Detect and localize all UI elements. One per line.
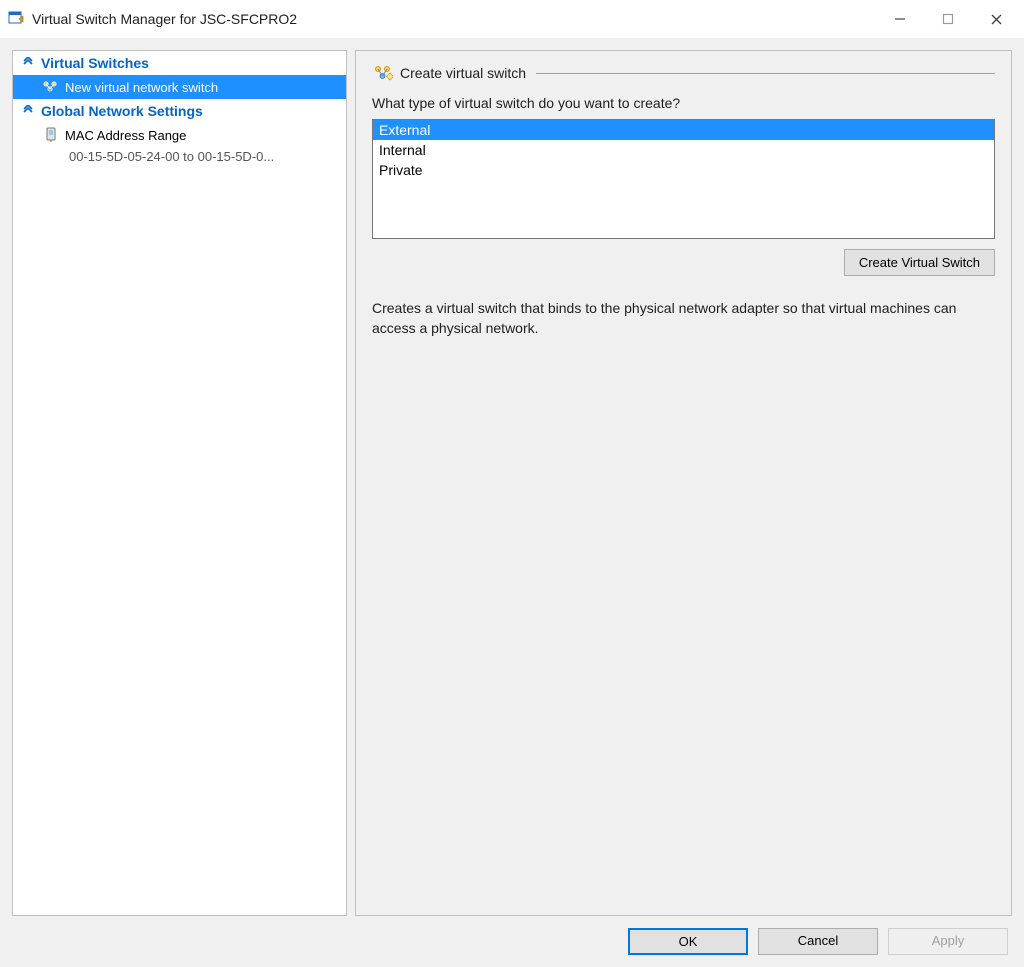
cancel-button[interactable]: Cancel: [758, 928, 878, 955]
section-divider: [536, 73, 995, 74]
tree-section-global-settings[interactable]: Global Network Settings: [13, 99, 346, 123]
chevron-up-icon: [19, 105, 37, 118]
tree-item-label: MAC Address Range: [65, 128, 186, 143]
tree-item-new-vswitch[interactable]: New virtual network switch: [13, 75, 346, 99]
maximize-button[interactable]: [924, 3, 972, 35]
window-title: Virtual Switch Manager for JSC-SFCPRO2: [32, 11, 876, 27]
chevron-up-icon: [19, 57, 37, 70]
tree-section-label: Virtual Switches: [41, 55, 149, 71]
option-private[interactable]: Private: [373, 160, 994, 180]
create-button-row: Create Virtual Switch: [372, 249, 995, 276]
tree-item-mac-range[interactable]: MAC Address Range: [13, 123, 346, 147]
network-switch-icon: [41, 79, 61, 95]
close-button[interactable]: [972, 3, 1020, 35]
mac-address-icon: [41, 127, 61, 143]
option-external[interactable]: External: [373, 120, 994, 140]
description-text: Creates a virtual switch that binds to t…: [372, 298, 995, 339]
switch-type-listbox[interactable]: External Internal Private: [372, 119, 995, 239]
window-controls: [876, 3, 1020, 35]
titlebar: Virtual Switch Manager for JSC-SFCPRO2: [0, 0, 1024, 38]
option-internal[interactable]: Internal: [373, 140, 994, 160]
footer-buttons: OK Cancel Apply: [12, 916, 1012, 955]
tree-item-label: New virtual network switch: [65, 80, 218, 95]
section-title: Create virtual switch: [400, 65, 526, 81]
prompt-text: What type of virtual switch do you want …: [372, 95, 995, 111]
tree-section-virtual-switches[interactable]: Virtual Switches: [13, 51, 346, 75]
main-panel: Create virtual switch What type of virtu…: [355, 50, 1012, 916]
tree-section-label: Global Network Settings: [41, 103, 203, 119]
window-body: Virtual Switches New virtual network swi…: [0, 38, 1024, 967]
tree-item-mac-detail: 00-15-5D-05-24-00 to 00-15-5D-0...: [13, 147, 346, 166]
content-row: Virtual Switches New virtual network swi…: [12, 50, 1012, 916]
create-virtual-switch-button[interactable]: Create Virtual Switch: [844, 249, 995, 276]
create-vswitch-icon: [372, 63, 394, 83]
minimize-button[interactable]: [876, 3, 924, 35]
apply-button: Apply: [888, 928, 1008, 955]
app-icon: [8, 10, 26, 28]
section-header: Create virtual switch: [372, 63, 995, 83]
tree-panel: Virtual Switches New virtual network swi…: [12, 50, 347, 916]
ok-button[interactable]: OK: [628, 928, 748, 955]
